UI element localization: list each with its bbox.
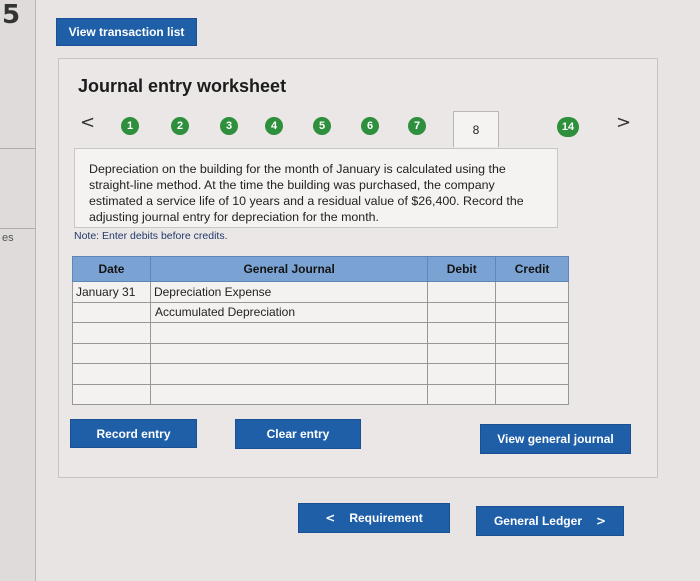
credit-cell[interactable] (495, 363, 569, 385)
date-cell[interactable] (72, 383, 151, 405)
date-cell[interactable] (72, 342, 151, 364)
debit-column-header: Debit (427, 256, 497, 282)
entry-note: Note: Enter debits before credits. (74, 230, 228, 242)
next-step-arrow-icon[interactable]: > (616, 112, 631, 133)
credit-cell[interactable] (495, 281, 569, 303)
problem-description: Depreciation on the building for the mon… (74, 148, 558, 228)
account-cell[interactable]: Depreciation Expense (149, 281, 429, 303)
record-entry-button[interactable]: Record entry (70, 419, 197, 448)
table-row: January 31 Depreciation Expense (72, 281, 569, 303)
account-cell[interactable] (149, 383, 429, 405)
table-row (72, 342, 569, 364)
step-1[interactable]: 1 (121, 117, 139, 135)
requirement-label: Requirement (349, 511, 423, 525)
journal-table: Date General Journal Debit Credit Januar… (72, 256, 569, 405)
edge-top-mark: 5 (2, 0, 21, 30)
date-cell[interactable]: January 31 (72, 281, 151, 303)
table-row: Accumulated Depreciation (72, 301, 569, 323)
edge-divider (0, 148, 36, 149)
view-general-journal-button[interactable]: View general journal (480, 424, 631, 454)
debit-cell[interactable] (427, 281, 497, 303)
step-2[interactable]: 2 (171, 117, 189, 135)
credit-cell[interactable] (495, 383, 569, 405)
requirement-button[interactable]: < Requirement (298, 503, 450, 533)
edge-divider (0, 228, 36, 229)
debit-cell[interactable] (427, 301, 497, 323)
journal-header-row: Date General Journal Debit Credit (72, 256, 569, 282)
chevron-right-icon: > (595, 514, 607, 528)
edge-side-mark: es (2, 232, 14, 244)
debit-cell[interactable] (427, 363, 497, 385)
account-cell[interactable] (149, 363, 429, 385)
account-cell[interactable] (149, 322, 429, 344)
chevron-left-icon: < (325, 511, 336, 525)
step-8-current[interactable]: 8 (453, 111, 499, 147)
worksheet-title: Journal entry worksheet (78, 76, 287, 96)
credit-cell[interactable] (495, 342, 569, 364)
left-edge-strip: 5 es (0, 0, 36, 581)
general-ledger-button[interactable]: General Ledger > (476, 506, 624, 536)
view-transaction-list-button[interactable]: View transaction list (56, 18, 197, 46)
credit-cell[interactable] (495, 322, 569, 344)
account-cell[interactable]: Accumulated Depreciation (149, 301, 429, 323)
step-4[interactable]: 4 (265, 117, 283, 135)
table-row (72, 363, 569, 385)
date-column-header: Date (72, 256, 151, 282)
step-5[interactable]: 5 (313, 117, 331, 135)
debit-cell[interactable] (427, 342, 497, 364)
prev-step-arrow-icon[interactable]: < (80, 112, 95, 133)
general-ledger-label: General Ledger (493, 514, 582, 528)
account-cell[interactable] (149, 342, 429, 364)
problem-description-text: Depreciation on the building for the mon… (89, 162, 524, 224)
clear-entry-button[interactable]: Clear entry (235, 419, 361, 449)
credit-column-header: Credit (495, 256, 569, 282)
step-6[interactable]: 6 (361, 117, 379, 135)
debit-cell[interactable] (427, 383, 497, 405)
date-cell[interactable] (72, 322, 151, 344)
date-cell[interactable] (72, 301, 151, 323)
credit-cell[interactable] (495, 301, 569, 323)
table-row (72, 383, 569, 405)
step-7[interactable]: 7 (408, 117, 426, 135)
general-journal-column-header: General Journal (149, 256, 429, 282)
step-14[interactable]: 14 (557, 117, 579, 137)
date-cell[interactable] (72, 363, 151, 385)
table-row (72, 322, 569, 344)
step-3[interactable]: 3 (220, 117, 238, 135)
debit-cell[interactable] (427, 322, 497, 344)
